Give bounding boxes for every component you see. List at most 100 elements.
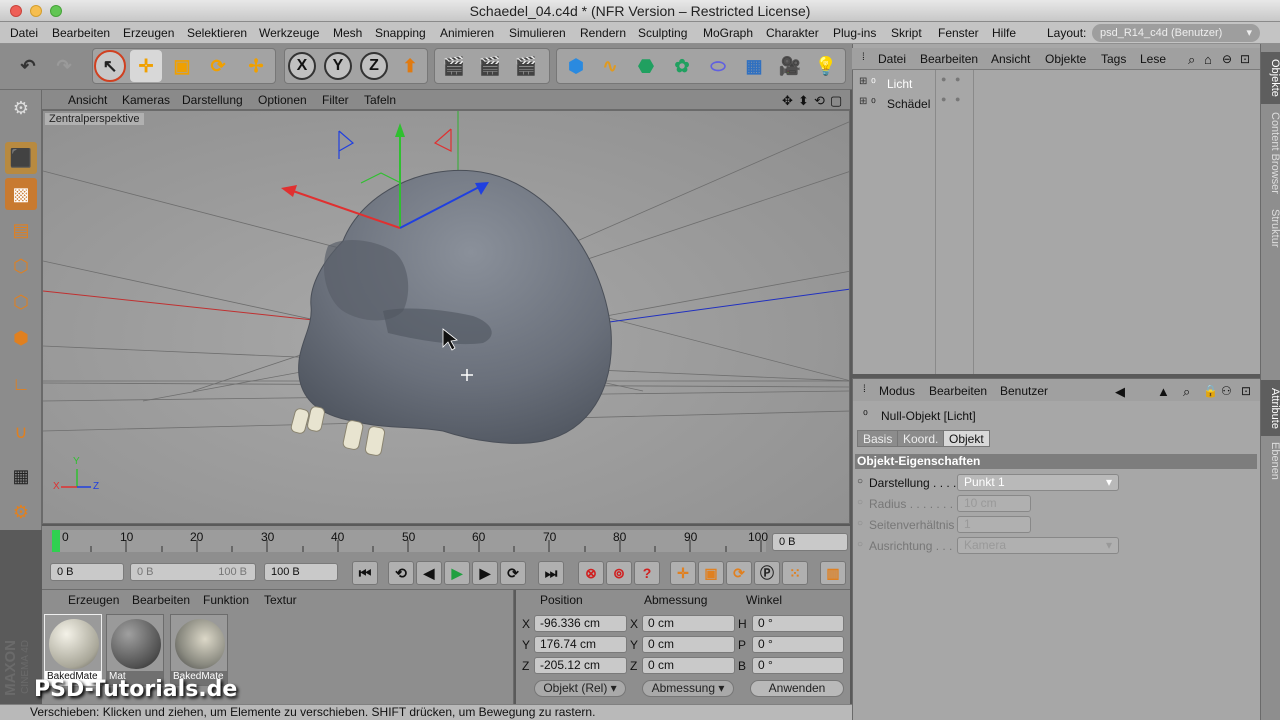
viewport-menu-optionen[interactable]: Optionen (258, 93, 307, 107)
attribute-menu-benutzer[interactable]: Benutzer (1000, 384, 1048, 398)
expand-icon[interactable]: ⊞ (859, 96, 867, 107)
redo-button[interactable]: ↷ (48, 50, 80, 82)
transform-tool-button[interactable]: ✢ (240, 50, 272, 82)
expand-icon[interactable]: ⊞ (859, 76, 867, 87)
tab-ebenen-vertical[interactable]: Ebenen (1261, 440, 1280, 482)
darstellung-dropdown[interactable]: Punkt 1 ▾ (957, 474, 1119, 491)
pos-x-field[interactable]: -96.336 cm (534, 615, 627, 632)
key-pla-icon[interactable]: ⁙ (782, 561, 808, 585)
coordinate-mode-dropdown[interactable]: Objekt (Rel) ▾ (534, 680, 626, 697)
move-tool-button[interactable]: ✛ (130, 50, 162, 82)
key-rotation-icon[interactable]: ⟳ (726, 561, 752, 585)
3d-viewport[interactable]: Zentralperspektive Y X Z (42, 110, 850, 524)
current-frame-field[interactable]: 0 B (772, 533, 848, 551)
cloner-icon[interactable]: ✿ (666, 50, 698, 82)
play-icon[interactable]: ▶ (444, 561, 470, 585)
edges-mode-icon[interactable]: ⬡ (5, 286, 37, 318)
tab-koord[interactable]: Koord. (897, 430, 945, 447)
size-z-field[interactable]: 0 cm (642, 657, 735, 674)
search-icon[interactable]: ⌕ (1188, 52, 1195, 68)
snap-settings-icon[interactable]: ⚙ (5, 496, 37, 528)
size-x-field[interactable]: 0 cm (642, 615, 735, 632)
home-icon[interactable]: ⌂ (1204, 52, 1212, 67)
step-forward-icon[interactable]: ▶ (472, 561, 498, 585)
material-swatch[interactable]: Mat (106, 614, 164, 686)
new-window-icon[interactable]: ⊡ (1241, 384, 1251, 398)
axis-mode-icon[interactable]: ∟ (5, 368, 37, 400)
material-menu-bearbeiten[interactable]: Bearbeiten (132, 593, 190, 607)
radio-icon[interactable]: ○ (857, 518, 863, 529)
menu-rendern[interactable]: Rendern (580, 26, 626, 40)
object-menu-objekte[interactable]: Objekte (1045, 52, 1086, 66)
menu-simulieren[interactable]: Simulieren (509, 26, 566, 40)
object-row-schaedel[interactable]: ⊞ ⁰ Schädel ● ● (853, 94, 1261, 114)
close-window-button[interactable] (10, 5, 22, 17)
keyframe-selection-icon[interactable]: ? (634, 561, 660, 585)
rot-h-field[interactable]: 0 ° (752, 615, 844, 632)
new-window-icon[interactable]: ⊡ (1240, 52, 1250, 66)
polygons-mode-icon[interactable]: ⬢ (5, 322, 37, 354)
rot-p-field[interactable]: 0 ° (752, 636, 844, 653)
render-settings-icon[interactable]: 🎬 (510, 50, 542, 82)
tab-content-browser-vertical[interactable]: Content Browser (1261, 108, 1280, 198)
tab-attribute-vertical[interactable]: Attribute (1261, 380, 1280, 436)
deformer-icon[interactable]: ⬭ (702, 50, 734, 82)
grid-lock-icon[interactable]: ▦ (5, 460, 37, 492)
pan-view-icon[interactable]: ✥ (782, 93, 793, 109)
y-axis-lock-button[interactable]: Y (324, 52, 352, 80)
zoom-window-button[interactable] (50, 5, 62, 17)
light-icon[interactable]: 💡 (810, 50, 842, 82)
magnet-icon[interactable]: ∪ (5, 416, 37, 448)
tab-struktur-vertical[interactable]: Struktur (1261, 204, 1280, 252)
radio-icon[interactable]: ○ (857, 476, 863, 487)
spline-icon[interactable]: ∿ (594, 50, 626, 82)
menu-erzeugen[interactable]: Erzeugen (123, 26, 174, 40)
viewport-menu-kameras[interactable]: Kameras (122, 93, 170, 107)
points-mode-icon[interactable]: ⬡ (5, 250, 37, 282)
orientation-dropdown[interactable]: Kamera ▾ (957, 537, 1119, 554)
material-menu-funktion[interactable]: Funktion (203, 593, 249, 607)
radio-icon[interactable]: ○ (857, 539, 863, 550)
search-icon[interactable]: ⌕ (1183, 384, 1190, 400)
menu-werkzeuge[interactable]: Werkzeuge (259, 26, 319, 40)
radio-icon[interactable]: ○ (857, 497, 863, 508)
menu-bearbeiten[interactable]: Bearbeiten (52, 26, 110, 40)
z-axis-lock-button[interactable]: Z (360, 52, 388, 80)
key-parameter-icon[interactable]: Ⓟ (754, 561, 780, 585)
menu-mograph[interactable]: MoGraph (703, 26, 753, 40)
render-view-icon[interactable]: 🎬 (438, 50, 470, 82)
up-arrow-icon[interactable]: ▲ (1157, 384, 1170, 399)
object-menu-tags[interactable]: Tags (1101, 52, 1126, 66)
tab-objekt[interactable]: Objekt (943, 430, 990, 447)
radius-field[interactable]: 10 cm (957, 495, 1031, 512)
pos-y-field[interactable]: 176.74 cm (534, 636, 627, 653)
next-key-icon[interactable]: ⟳ (500, 561, 526, 585)
workplane-icon[interactable]: ▤ (5, 214, 37, 246)
visibility-editor-icon[interactable]: ● (941, 94, 946, 104)
minimize-window-button[interactable] (30, 5, 42, 17)
menu-snapping[interactable]: Snapping (375, 26, 426, 40)
model-mode-icon[interactable]: ⬛ (5, 142, 37, 174)
start-frame-field[interactable]: 0 B (50, 563, 124, 581)
size-y-field[interactable]: 0 cm (642, 636, 735, 653)
key-scale-icon[interactable]: ▣ (698, 561, 724, 585)
tab-objekte-vertical[interactable]: Objekte (1261, 52, 1280, 104)
go-to-start-icon[interactable]: ⏮ (352, 561, 378, 585)
key-position-icon[interactable]: ✛ (670, 561, 696, 585)
menu-animieren[interactable]: Animieren (440, 26, 494, 40)
timeline-window-icon[interactable]: ▥ (820, 561, 846, 585)
visibility-render-icon[interactable]: ● (955, 74, 960, 84)
render-picture-viewer-icon[interactable]: 🎬 (474, 50, 506, 82)
object-menu-datei[interactable]: Datei (878, 52, 906, 66)
visibility-editor-icon[interactable]: ● (941, 74, 946, 84)
coordinate-system-button[interactable]: ⬆ (394, 50, 426, 82)
step-back-icon[interactable]: ◀ (416, 561, 442, 585)
material-menu-textur[interactable]: Textur (264, 593, 297, 607)
material-menu-erzeugen[interactable]: Erzeugen (68, 593, 119, 607)
record-icon[interactable]: ⊗ (578, 561, 604, 585)
pos-z-field[interactable]: -205.12 cm (534, 657, 627, 674)
rotate-view-icon[interactable]: ⟲ (814, 93, 825, 109)
rotate-tool-button[interactable]: ⟳ (202, 50, 234, 82)
scale-tool-button[interactable]: ▣ (166, 50, 198, 82)
object-row-licht[interactable]: ⊞ ⁰ Licht ● ● (853, 74, 1261, 94)
